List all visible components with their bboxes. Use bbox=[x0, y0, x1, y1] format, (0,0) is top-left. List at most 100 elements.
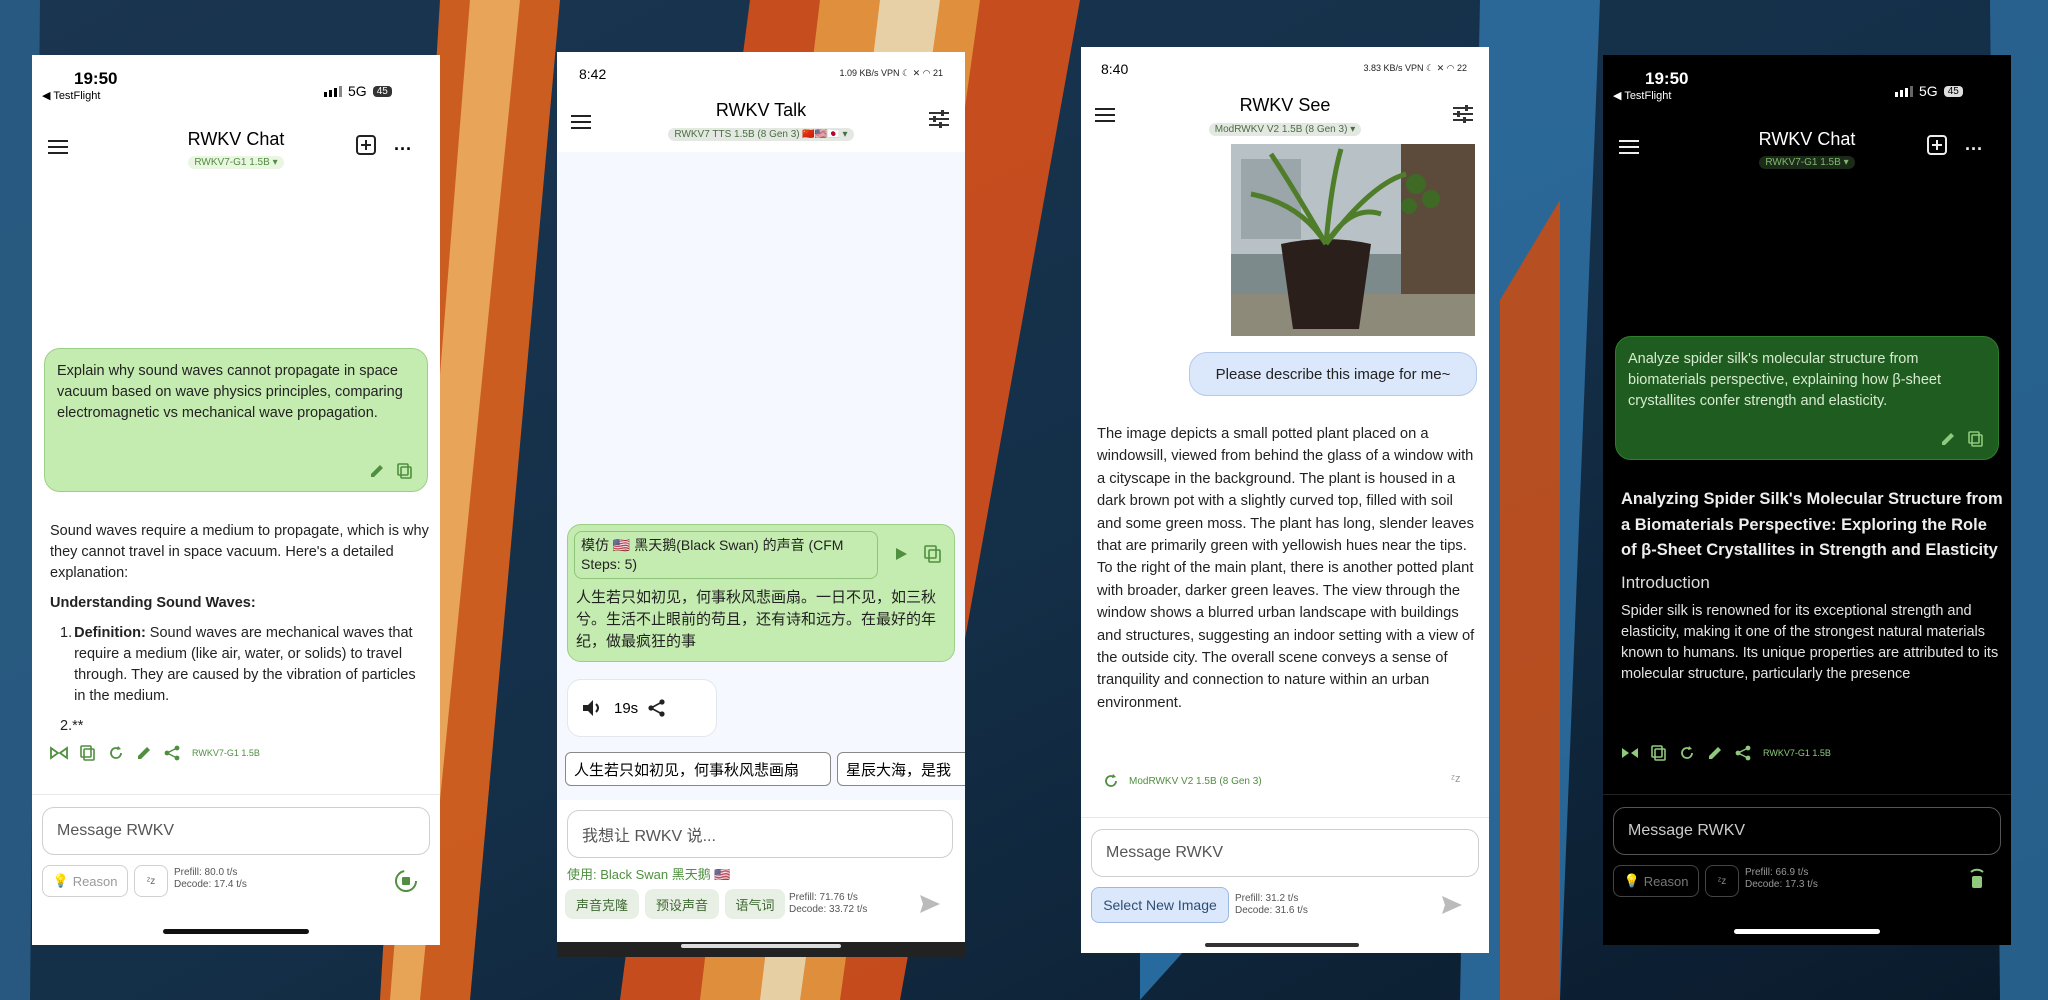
copy-icon[interactable] bbox=[924, 545, 942, 563]
phone-rwkv-chat-dark: 19:50 ◀ TestFlight 5G 45 RWKV Chat RWKV7… bbox=[1603, 55, 2011, 945]
prefill-stat: Prefill: 66.9 t/s bbox=[1745, 867, 1809, 878]
page-title: RWKV See bbox=[1239, 95, 1331, 115]
audio-player[interactable]: 19s bbox=[567, 679, 717, 737]
copy-reply-icon[interactable] bbox=[80, 745, 96, 761]
share-icon[interactable] bbox=[164, 745, 180, 761]
share-icon[interactable] bbox=[1735, 745, 1751, 761]
model-selector[interactable]: RWKV7-G1 1.5B ▾ bbox=[188, 156, 284, 169]
regenerate-icon[interactable] bbox=[1103, 773, 1119, 789]
phone-rwkv-see: 8:40 3.83 KB/s VPN ☾ ✕ ◠ 22 RWKV See Mod… bbox=[1081, 47, 1489, 953]
message-input[interactable]: Message RWKV bbox=[1613, 807, 2001, 855]
regenerate-icon[interactable] bbox=[1679, 745, 1695, 761]
phone-rwkv-talk: 8:42 1.09 KB/s VPN ☾ ✕ ◠ 21 RWKV Talk RW… bbox=[557, 52, 965, 957]
decode-stat: Decode: 17.3 t/s bbox=[1745, 879, 1818, 890]
decode-stat: Decode: 17.4 t/s bbox=[174, 879, 247, 890]
speed-stats: Prefill: 66.9 t/s Decode: 17.3 t/s bbox=[1745, 867, 1818, 891]
reply-heading: Analyzing Spider Silk's Molecular Struct… bbox=[1621, 490, 2003, 559]
copy-icon[interactable] bbox=[397, 463, 413, 479]
reply-subheading: Introduction bbox=[1621, 572, 1710, 592]
status-right: 5G 45 bbox=[324, 83, 392, 99]
voice-tag: 模仿 🇺🇸 黑天鹅(Black Swan) 的声音 (CFM Steps: 5) bbox=[574, 531, 878, 579]
reply-model-label: RWKV7-G1 1.5B bbox=[192, 748, 260, 758]
speed-stats: Prefill: 31.2 t/s Decode: 31.6 t/s bbox=[1235, 893, 1308, 917]
new-chat-icon[interactable] bbox=[354, 133, 378, 157]
user-message-bubble: Explain why sound waves cannot propagate… bbox=[44, 348, 428, 492]
sleep-mode-icon[interactable] bbox=[1621, 746, 1639, 760]
page-title: RWKV Chat bbox=[1758, 129, 1856, 149]
prefill-stat: Prefill: 71.76 t/s bbox=[789, 892, 858, 903]
audio-duration: 19s bbox=[614, 699, 639, 717]
divider bbox=[32, 794, 440, 795]
phone-rwkv-chat-light: 19:50 ◀ TestFlight 5G 45 RWKV Chat RWKV7… bbox=[32, 55, 440, 945]
reason-button[interactable]: 💡 Reason bbox=[1613, 865, 1699, 897]
stop-generation-icon[interactable] bbox=[394, 869, 418, 893]
network-label: 5G bbox=[348, 83, 367, 99]
reply-heading: Understanding Sound Waves: bbox=[50, 595, 256, 611]
model-selector[interactable]: RWKV7 TTS 1.5B (8 Gen 3) 🇨🇳🇺🇸🇯🇵 ▾ bbox=[668, 128, 854, 141]
voice-clone-button[interactable]: 声音克隆 bbox=[565, 889, 639, 919]
decode-stat: Decode: 31.6 t/s bbox=[1235, 905, 1308, 916]
speed-stats: Prefill: 71.76 t/s Decode: 33.72 t/s bbox=[789, 892, 867, 916]
sleep-icon[interactable]: ᶻz bbox=[1451, 773, 1460, 785]
message-input[interactable]: Message RWKV bbox=[42, 807, 430, 855]
settings-sliders-icon[interactable] bbox=[1453, 105, 1473, 123]
home-indicator bbox=[163, 929, 309, 934]
status-icons: 3.83 KB/s VPN ☾ ✕ ◠ 22 bbox=[1363, 63, 1467, 73]
user-message-bubble: Please describe this image for me~ bbox=[1189, 352, 1477, 396]
copy-reply-icon[interactable] bbox=[1651, 745, 1667, 761]
tts-input[interactable]: 我想让 RWKV 说... bbox=[567, 810, 953, 858]
user-message-text: Explain why sound waves cannot propagate… bbox=[57, 363, 403, 421]
send-icon[interactable] bbox=[1441, 895, 1463, 915]
stop-generation-icon[interactable] bbox=[1965, 867, 1989, 893]
share-icon[interactable] bbox=[648, 699, 666, 717]
status-time: 19:50 bbox=[1645, 69, 1689, 88]
model-selector[interactable]: RWKV7-G1 1.5B ▾ bbox=[1759, 156, 1855, 169]
reply-body: Spider silk is renowned for its exceptio… bbox=[1621, 602, 1999, 683]
testflight-back-link[interactable]: ◀ TestFlight bbox=[1613, 89, 1671, 102]
network-label: 5G bbox=[1919, 83, 1938, 99]
tts-message-bubble: 模仿 🇺🇸 黑天鹅(Black Swan) 的声音 (CFM Steps: 5)… bbox=[567, 524, 955, 662]
more-options-icon[interactable]: ··· bbox=[394, 139, 412, 160]
settings-sliders-icon[interactable] bbox=[929, 110, 949, 128]
divider bbox=[1081, 817, 1489, 818]
sleep-toggle-button[interactable]: ᶻz bbox=[1705, 865, 1739, 897]
play-icon[interactable] bbox=[894, 547, 908, 561]
edit-reply-icon[interactable] bbox=[136, 745, 152, 761]
message-input[interactable]: Message RWKV bbox=[1091, 829, 1479, 877]
edit-reply-icon[interactable] bbox=[1707, 745, 1723, 761]
send-icon[interactable] bbox=[919, 894, 941, 914]
preset-voice-button[interactable]: 预设声音 bbox=[645, 889, 719, 919]
testflight-back-link[interactable]: ◀ TestFlight bbox=[42, 89, 100, 102]
reply-item1-bold: Definition: bbox=[74, 625, 146, 641]
divider bbox=[1603, 794, 2011, 795]
copy-icon[interactable] bbox=[1968, 431, 1984, 447]
tone-words-button[interactable]: 语气词 bbox=[725, 889, 785, 919]
new-chat-icon[interactable] bbox=[1925, 133, 1949, 157]
suggestion-chip-1[interactable]: 人生若只如初见，何事秋风悲画扇 bbox=[565, 752, 831, 786]
suggestion-chip-2[interactable]: 星辰大海，是我 bbox=[837, 752, 965, 786]
reason-button[interactable]: 💡 Reason bbox=[42, 865, 128, 897]
user-message-bubble: Analyze spider silk's molecular structur… bbox=[1615, 336, 1999, 460]
sleep-mode-icon[interactable] bbox=[50, 746, 68, 760]
bulb-icon: 💡 bbox=[52, 873, 69, 888]
model-label: RWKV7-G1 1.5B bbox=[194, 157, 270, 168]
uploaded-plant-photo[interactable] bbox=[1231, 144, 1475, 336]
status-time: 8:42 bbox=[579, 66, 607, 82]
edit-icon[interactable] bbox=[1940, 431, 1956, 447]
speaker-icon[interactable] bbox=[582, 699, 604, 717]
edit-icon[interactable] bbox=[369, 463, 385, 479]
reply-model-label: ModRWKV V2 1.5B (8 Gen 3) bbox=[1129, 775, 1262, 787]
select-new-image-button[interactable]: Select New Image bbox=[1091, 887, 1229, 923]
more-options-icon[interactable]: ··· bbox=[1965, 139, 1983, 160]
reply-actions: ModRWKV V2 1.5B (8 Gen 3) bbox=[1103, 773, 1262, 789]
home-indicator bbox=[1734, 929, 1880, 934]
regenerate-icon[interactable] bbox=[108, 745, 124, 761]
battery-icon: 45 bbox=[1943, 85, 1963, 97]
page-title: RWKV Chat bbox=[187, 129, 285, 149]
prefill-stat: Prefill: 80.0 t/s bbox=[174, 867, 238, 878]
model-selector[interactable]: ModRWKV V2 1.5B (8 Gen 3) ▾ bbox=[1208, 123, 1362, 136]
sleep-toggle-button[interactable]: ᶻz bbox=[134, 865, 168, 897]
assistant-reply: The image depicts a small potted plant p… bbox=[1097, 426, 1475, 711]
status-time: 8:40 bbox=[1101, 61, 1129, 77]
model-label: ModRWKV V2 1.5B (8 Gen 3) bbox=[1214, 124, 1348, 135]
